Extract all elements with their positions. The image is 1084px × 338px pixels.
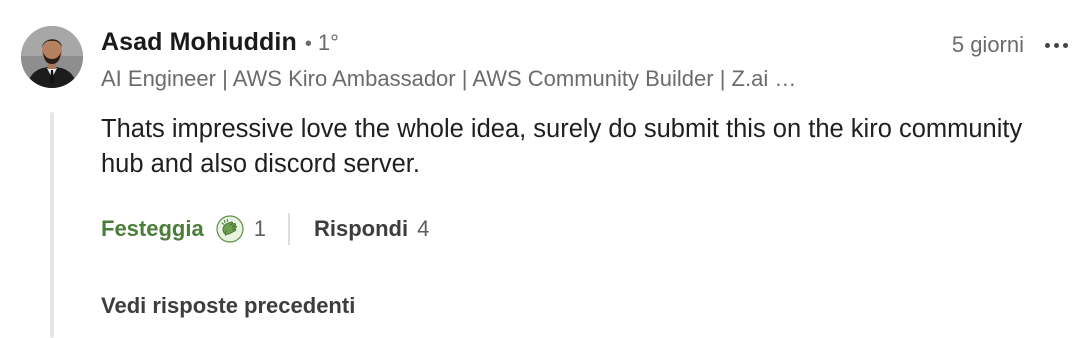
connection-degree: 1°	[317, 30, 339, 55]
comment-header: Asad Mohiuddin • 1°	[101, 28, 339, 57]
comment-timestamp: 5 giorni	[951, 32, 1024, 57]
actions-divider	[287, 213, 290, 245]
avatar[interactable]	[21, 26, 83, 88]
celebrate-reaction-icon[interactable]	[216, 215, 244, 243]
comment-actions: Festeggia 1 Rispondi 4	[101, 212, 429, 246]
thread-line	[50, 112, 54, 338]
reply-button[interactable]: Rispondi	[314, 216, 408, 242]
reply-count: 4	[417, 216, 430, 241]
author-headline: AI Engineer | AWS Kiro Ambassador | AWS …	[101, 66, 797, 91]
more-options-button[interactable]	[1040, 32, 1072, 58]
comment-text: Thats impressive love the whole idea, su…	[101, 115, 1023, 178]
view-previous-replies-link[interactable]: Vedi risposte precedenti	[101, 293, 355, 319]
celebrate-button[interactable]: Festeggia	[101, 216, 204, 242]
ellipsis-dot	[1053, 42, 1059, 48]
ellipsis-dot	[1062, 42, 1068, 48]
author-name[interactable]: Asad Mohiuddin	[101, 28, 297, 57]
avatar-image	[21, 26, 83, 88]
ellipsis-icon	[1044, 42, 1050, 48]
reaction-count[interactable]: 1	[254, 216, 266, 242]
separator-dot: •	[304, 33, 312, 55]
